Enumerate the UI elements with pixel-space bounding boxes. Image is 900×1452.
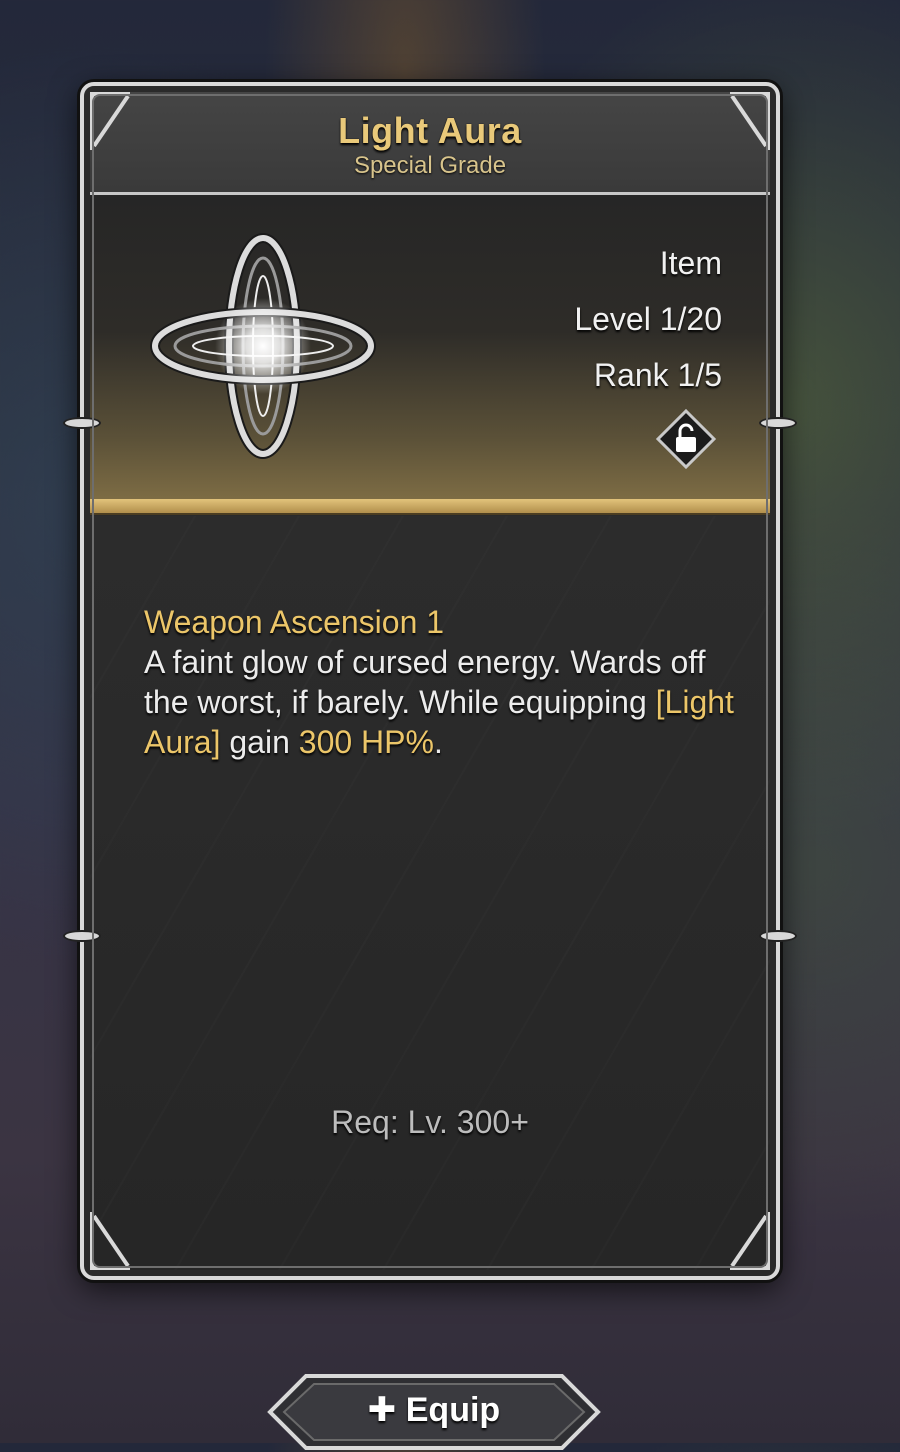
card-header: Light Aura Special Grade	[90, 92, 770, 195]
item-level: Level 1/20	[574, 301, 722, 337]
four-point-star-relic-icon	[150, 233, 376, 459]
corner-bracket-bottom-left	[90, 1212, 130, 1270]
plus-icon: ✚	[367, 1391, 397, 1429]
divider-gold-bar	[90, 499, 770, 515]
item-card: Light Aura Special Grade Item Level 1/20…	[65, 82, 795, 1280]
frame-rivet	[65, 419, 99, 427]
description-value-highlight: 300 HP%	[298, 724, 434, 760]
item-grade: Special Grade	[353, 152, 507, 179]
ascension-heading: Weapon Ascension 1	[144, 604, 445, 640]
item-preview-panel: Item Level 1/20 Rank 1/5	[90, 195, 770, 499]
description-panel: Weapon Ascension 1 A faint glow of curse…	[90, 516, 770, 1270]
description-text-2: gain	[220, 724, 299, 760]
item-name: Light Aura	[338, 110, 522, 151]
item-description: Weapon Ascension 1 A faint glow of curse…	[144, 602, 744, 762]
frame-rivet	[761, 419, 795, 427]
frame-rivet	[761, 932, 795, 940]
unlocked-padlock-icon[interactable]	[656, 409, 716, 469]
corner-bracket-top-left	[90, 92, 130, 150]
level-requirement: Req: Lv. 300+	[331, 1104, 529, 1140]
description-text-3: .	[433, 724, 443, 760]
item-type: Item	[659, 245, 722, 281]
item-rank: Rank 1/5	[593, 357, 722, 393]
description-text: A faint glow of cursed energy. Wards off…	[144, 644, 706, 720]
equip-label: Equip	[405, 1391, 501, 1429]
equip-button[interactable]: ✚ Equip	[266, 1372, 602, 1452]
corner-bracket-bottom-right	[730, 1212, 770, 1270]
item-stats: Item Level 1/20 Rank 1/5	[574, 235, 722, 403]
corner-bracket-top-right	[730, 92, 770, 150]
frame-rivet	[65, 932, 99, 940]
